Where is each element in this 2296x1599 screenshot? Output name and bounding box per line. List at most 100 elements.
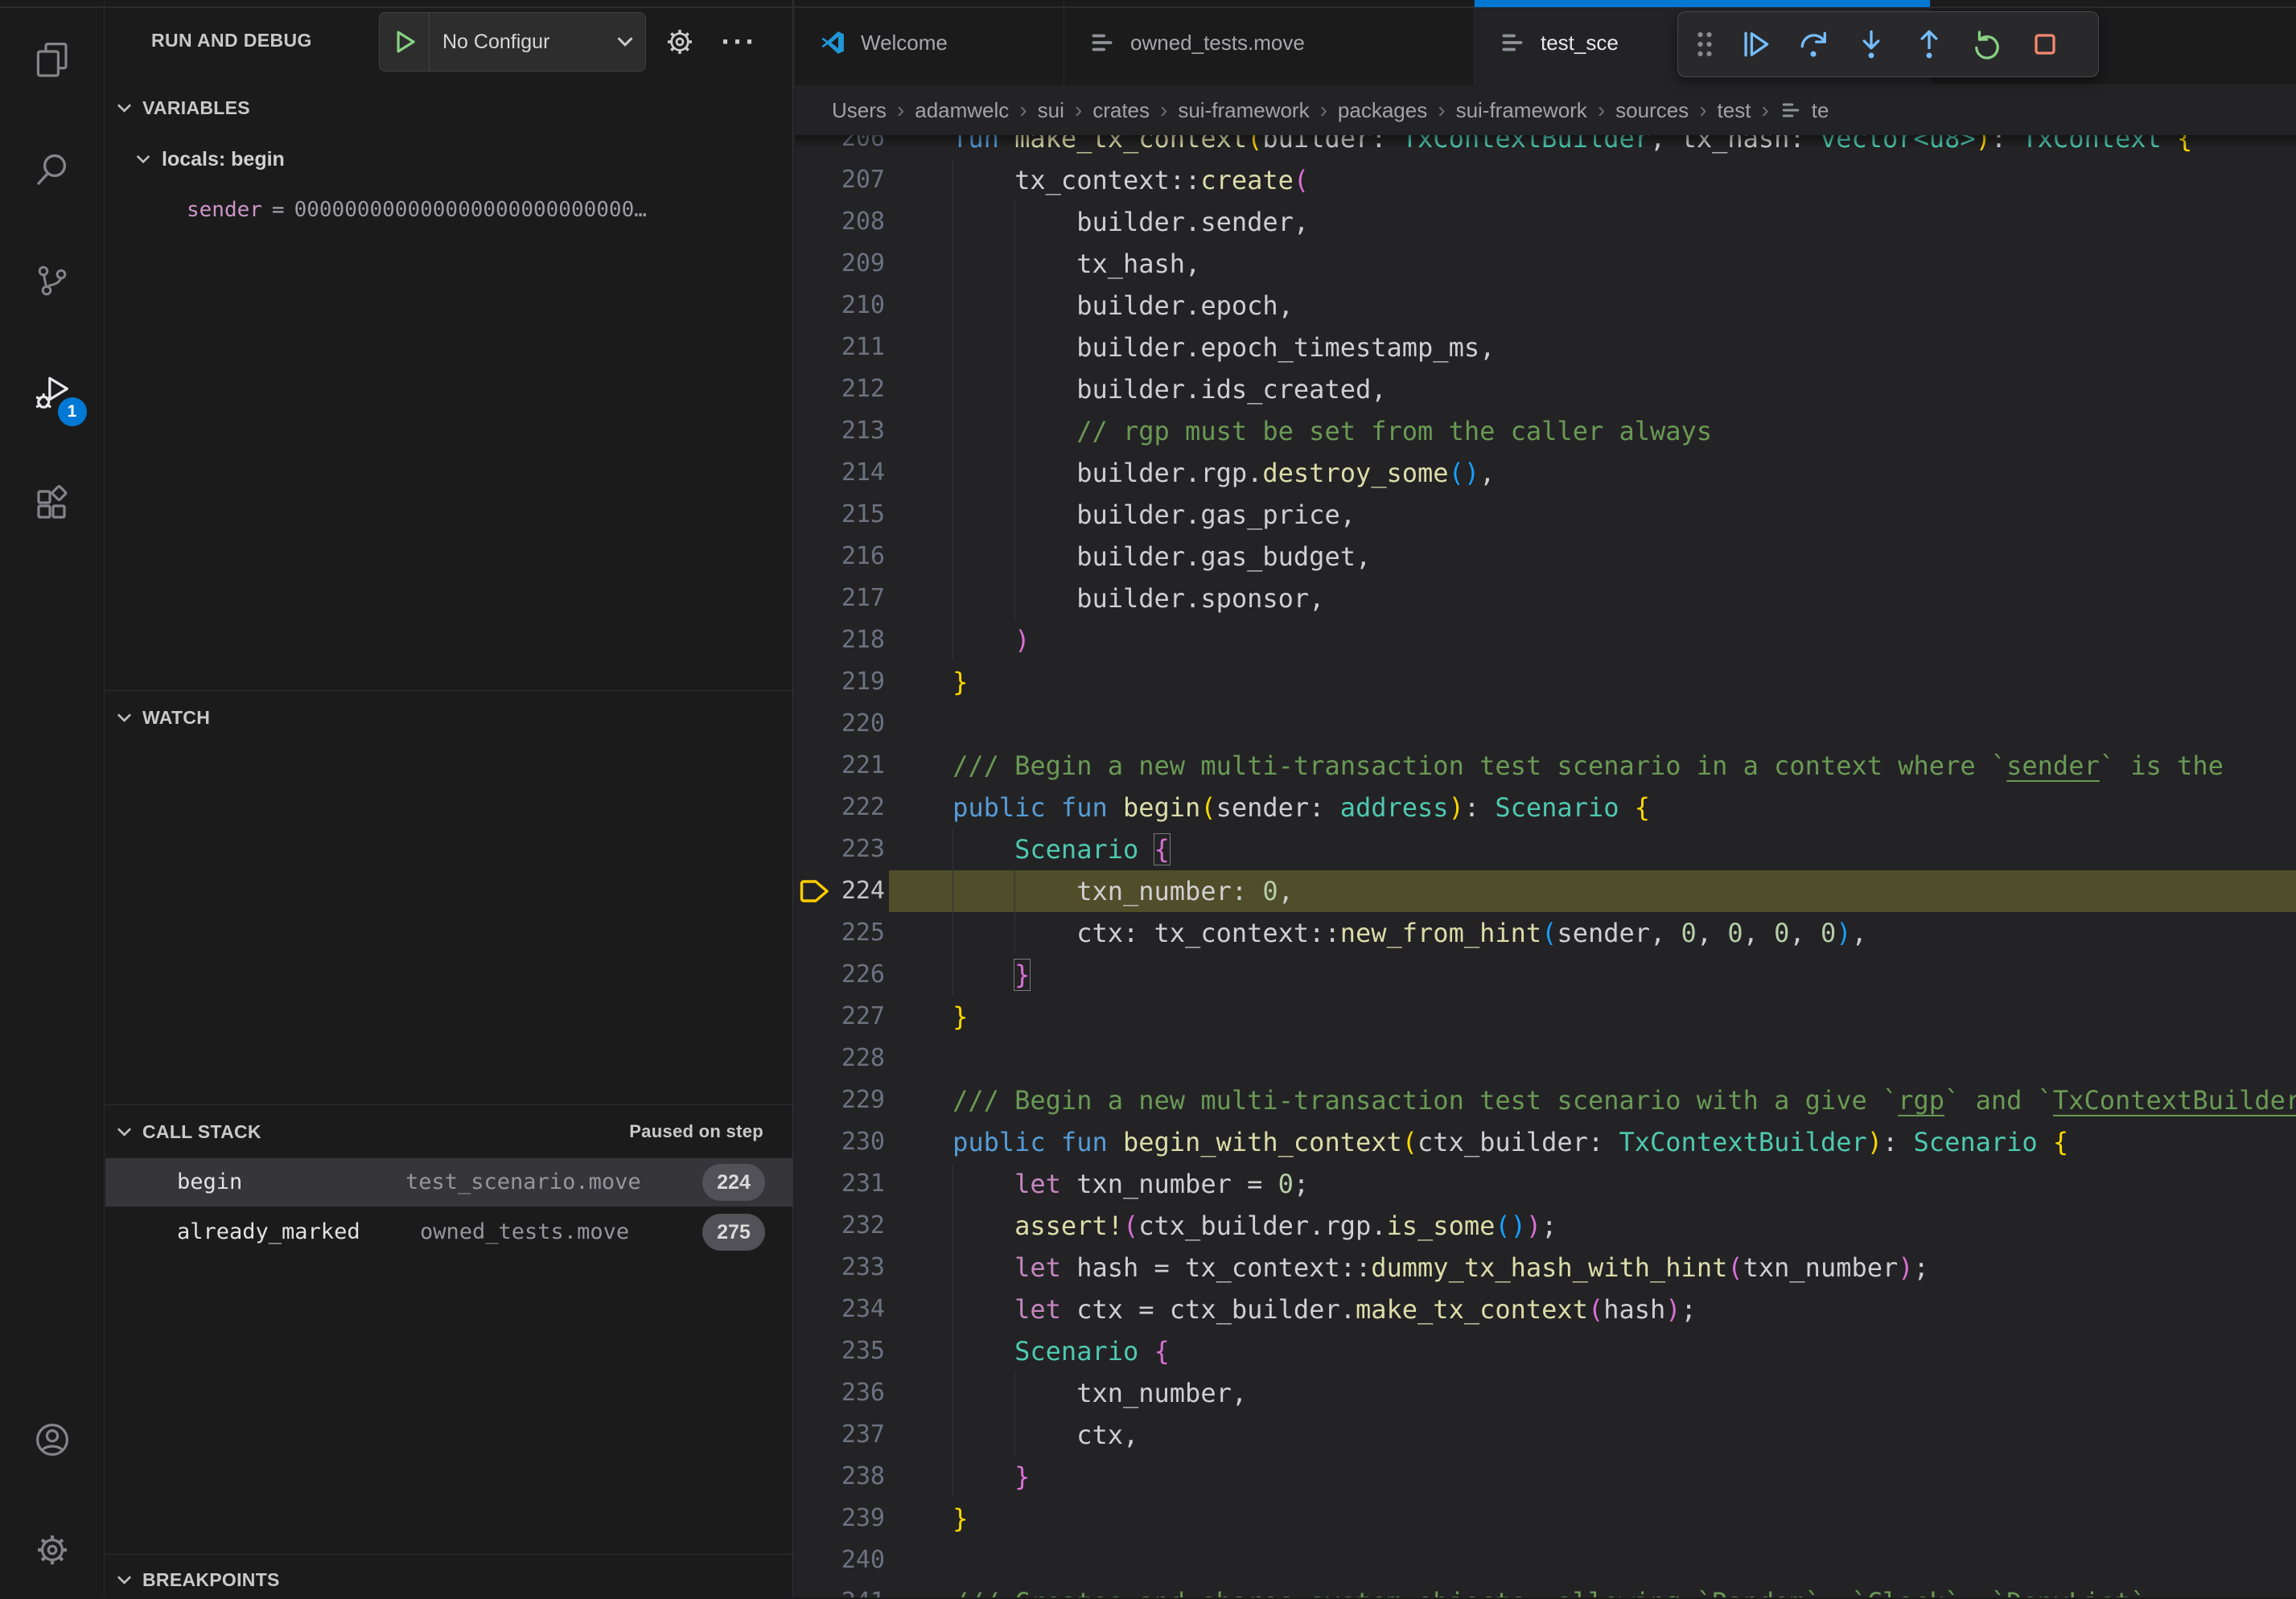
code-line-240[interactable]: 240 [795,1539,2296,1581]
variables-header-label: VARIABLES [142,97,250,119]
code-line-234[interactable]: 234 let ctx = ctx_builder.make_tx_contex… [795,1289,2296,1330]
code-line-231[interactable]: 231 let txn_number = 0; [795,1163,2296,1205]
breadcrumb-file[interactable]: te [1812,98,1829,123]
code-line-218[interactable]: 218 ) [795,619,2296,661]
continue-button[interactable] [1726,15,1784,73]
step-over-button[interactable] [1784,15,1842,73]
code-line-219[interactable]: 219 } [795,661,2296,703]
breadcrumb-separator: › [1761,97,1768,123]
code-editor[interactable]: 206 fun make_tx_context(builder: TxConte… [795,135,2296,1597]
breadcrumb-separator: › [1598,97,1605,123]
code-line-232[interactable]: 232 assert!(ctx_builder.rgp.is_some()); [795,1205,2296,1247]
activity-bar-item-run-and-debug[interactable]: 1 [26,367,79,420]
files-icon [33,39,72,78]
stop-button[interactable] [2016,15,2074,73]
window-top-border [0,6,1475,8]
code-line-207[interactable]: 207 tx_context::create( [795,159,2296,201]
code-line-222[interactable]: 222 public fun begin(sender: address): S… [795,787,2296,828]
debug-settings-gear-button[interactable] [656,18,704,66]
breadcrumb-item[interactable]: test [1718,98,1751,123]
code-line-212[interactable]: 212 builder.ids_created, [795,368,2296,410]
debug-configuration-dropdown[interactable]: No Configur [379,12,646,72]
tab-owned-tests-move[interactable]: owned_tests.move [1064,0,1475,85]
breadcrumb-item[interactable]: sources [1615,98,1689,123]
start-debug-button[interactable] [380,13,430,71]
code-line-239[interactable]: 239 } [795,1498,2296,1539]
stack-frame-already_marked[interactable]: already_markedowned_tests.move275 [105,1208,792,1256]
variables-section-header[interactable]: VARIABLES [105,88,792,127]
breadcrumb-separator: › [1320,97,1327,123]
line-number[interactable]: 220 [795,703,885,745]
activity-bar-item-source-control[interactable] [26,254,79,307]
frame-line-badge: 224 [702,1164,765,1201]
breadcrumb-item[interactable]: sui-framework [1456,98,1587,123]
code-line-226[interactable]: 226 } [795,954,2296,996]
activity-bar-item-settings[interactable] [26,1523,79,1576]
variable-name: sender [187,198,262,222]
activity-bar-item-explorer[interactable] [26,32,79,85]
config-dropdown-label: No Configur [430,31,613,54]
code-line-215[interactable]: 215 builder.gas_price, [795,494,2296,536]
toolbar-drag-handle[interactable] [1683,15,1726,73]
breadcrumb-item[interactable]: adamwelc [915,98,1009,123]
code-line-224[interactable]: 224 txn_number: 0, [795,870,2296,912]
code-text: fun make_tx_context(builder: TxContextBu… [795,135,2296,159]
code-line-227[interactable]: 227 } [795,996,2296,1038]
code-line-236[interactable]: 236 txn_number, [795,1372,2296,1414]
breadcrumb-item[interactable]: packages [1338,98,1427,123]
breadcrumb-item[interactable]: sui-framework [1178,98,1309,123]
variable-equals: = [262,198,294,222]
variable-row[interactable]: sender = 000000000000000000000000000… [187,190,647,230]
code-line-208[interactable]: 208 builder.sender, [795,201,2296,243]
code-line-238[interactable]: 238 } [795,1456,2296,1498]
watch-section-header[interactable]: WATCH [105,698,792,737]
code-line-237[interactable]: 237 ctx, [795,1414,2296,1456]
code-line-230[interactable]: 230 public fun begin_with_context(ctx_bu… [795,1121,2296,1163]
code-line-241[interactable]: 241 /// Creates and shares system object… [795,1581,2296,1597]
code-text: builder.epoch_timestamp_ms, [795,327,2296,368]
chevron-down-icon [113,1569,135,1591]
breadcrumb: Users › adamwelc › sui › crates › sui-framework ›… [795,85,2296,135]
code-line-235[interactable]: 235 Scenario { [795,1330,2296,1372]
code-line-210[interactable]: 210 builder.epoch, [795,285,2296,327]
code-text: builder.ids_created, [795,368,2296,410]
code-line-233[interactable]: 233 let hash = tx_context::dummy_tx_hash… [795,1247,2296,1289]
stack-frame-begin[interactable]: begintest_scenario.move224 [105,1158,792,1206]
code-line-211[interactable]: 211 builder.epoch_timestamp_ms, [795,327,2296,368]
code-line-228[interactable]: 228 [795,1038,2296,1079]
breadcrumb-separator: › [1438,97,1445,123]
breadcrumb-item[interactable]: crates [1092,98,1150,123]
line-number[interactable]: 240 [795,1539,885,1581]
breakpoints-section-header[interactable]: BREAKPOINTS [105,1560,792,1599]
code-line-225[interactable]: 225 ctx: tx_context::new_from_hint(sende… [795,912,2296,954]
code-line-206[interactable]: 206 fun make_tx_context(builder: TxConte… [795,135,2296,159]
extensions-icon [33,485,72,524]
restart-button[interactable] [1958,15,2016,73]
code-line-229[interactable]: 229 /// Begin a new multi-transaction te… [795,1079,2296,1121]
code-line-223[interactable]: 223 Scenario { [795,828,2296,870]
views-more-actions-button[interactable]: ··· [715,18,763,66]
code-line-217[interactable]: 217 builder.sponsor, [795,578,2296,619]
code-line-220[interactable]: 220 [795,703,2296,745]
code-text: } [795,661,2296,703]
activity-bar-item-search[interactable] [26,143,79,196]
restart-icon [1969,27,2005,62]
code-text: ) [795,619,2296,661]
breadcrumb-separator: › [897,97,904,123]
breadcrumb-item[interactable]: sui [1038,98,1064,123]
variables-scope-row[interactable]: locals: begin [133,138,285,180]
code-line-214[interactable]: 214 builder.rgp.destroy_some(), [795,452,2296,494]
breadcrumb-item[interactable]: Users [832,98,887,123]
activity-bar-item-extensions[interactable] [26,478,79,531]
code-line-209[interactable]: 209 tx_hash, [795,243,2296,285]
call-stack-section-header[interactable]: CALL STACK Paused on step [105,1112,792,1151]
line-number[interactable]: 228 [795,1038,885,1079]
activity-bar-item-account[interactable] [26,1413,79,1466]
step-out-button[interactable] [1900,15,1958,73]
tab-welcome[interactable]: Welcome [795,0,1064,85]
step-into-button[interactable] [1842,15,1900,73]
code-line-213[interactable]: 213 // rgp must be set from the caller a… [795,410,2296,452]
code-text: builder.gas_budget, [795,536,2296,578]
code-line-216[interactable]: 216 builder.gas_budget, [795,536,2296,578]
code-line-221[interactable]: 221 /// Begin a new multi-transaction te… [795,745,2296,787]
